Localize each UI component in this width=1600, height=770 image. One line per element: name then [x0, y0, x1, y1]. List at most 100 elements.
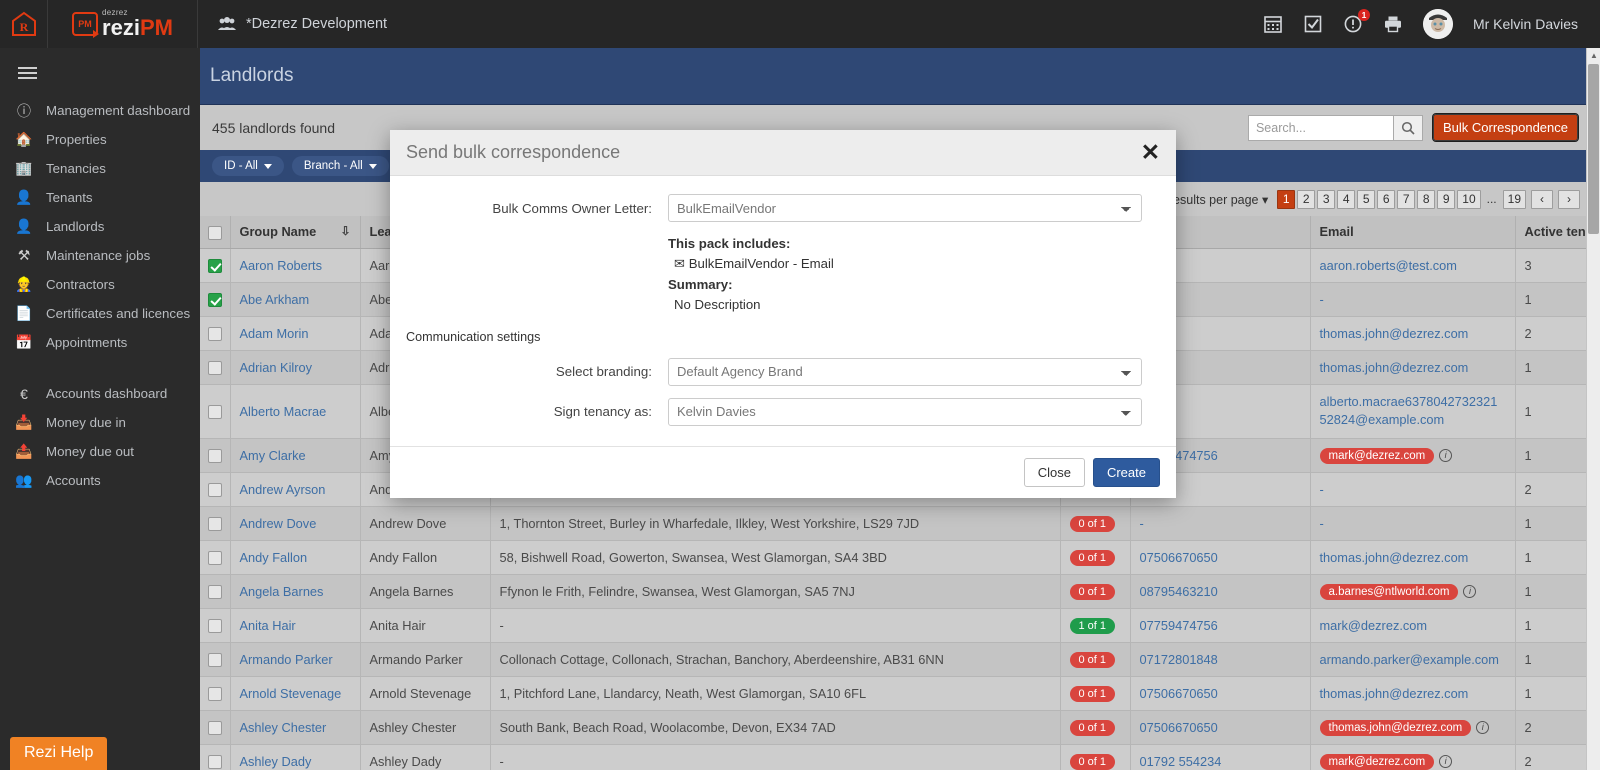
group-name-link[interactable]: Abe Arkham — [240, 292, 310, 307]
table-row[interactable]: Angela Barnes Angela Barnes Ffynon le Frit… — [200, 574, 1590, 609]
filter-pill-id[interactable]: ID - All — [212, 156, 284, 176]
cell-group-name[interactable]: Adam Morin — [230, 316, 361, 351]
email-flagged-pill[interactable]: a.barnes@ntlworld.com — [1319, 583, 1459, 600]
next-page-button[interactable]: › — [1558, 189, 1580, 209]
page-button[interactable]: 4 — [1337, 189, 1356, 209]
row-checkbox[interactable] — [207, 449, 222, 464]
compliance-badge[interactable]: 0 of 1 — [1069, 719, 1116, 736]
sidebar-item-contractors[interactable]: 👷 Contractors — [0, 270, 200, 299]
group-name-link[interactable]: Ashley Dady — [240, 754, 312, 769]
group-name-link[interactable]: Angela Barnes — [240, 584, 324, 599]
row-checkbox[interactable] — [207, 687, 222, 702]
page-button[interactable]: 9 — [1437, 189, 1456, 209]
select-all-checkbox[interactable] — [207, 225, 222, 240]
filter-pill-branch[interactable]: Branch - All — [291, 156, 389, 176]
rezi-help-button[interactable]: Rezi Help — [10, 737, 108, 770]
group-name-link[interactable]: Alberto Macrae — [240, 404, 327, 419]
search-input[interactable] — [1247, 114, 1393, 141]
row-checkbox[interactable] — [207, 619, 222, 634]
table-row[interactable]: Anita Hair Anita Hair -1 of 1 07759474756 ma… — [200, 608, 1590, 643]
cell-group-name[interactable]: Alberto Macrae — [230, 384, 361, 439]
app-logo[interactable]: R — [0, 0, 48, 48]
telephone-link[interactable]: - — [1140, 516, 1144, 531]
email-link[interactable]: thomas.john@dezrez.com — [1320, 686, 1469, 701]
column-header-group-name[interactable]: Group Name ⇩ — [230, 216, 361, 249]
email-flagged-pill[interactable]: mark@dezrez.com — [1319, 447, 1435, 464]
cell-group-name[interactable]: Andy Fallon — [230, 540, 361, 575]
compliance-badge[interactable]: 0 of 1 — [1069, 753, 1116, 770]
sidebar-item-tenants[interactable]: 👤 Tenants — [0, 183, 200, 212]
organisation-selector[interactable]: *Dezrez Development — [218, 16, 387, 32]
info-icon[interactable]: i — [1439, 754, 1453, 768]
group-name-link[interactable]: Andrew Dove — [240, 516, 317, 531]
page-button[interactable]: 2 — [1297, 189, 1316, 209]
cell-group-name[interactable]: Anita Hair — [230, 608, 361, 643]
cell-group-name[interactable]: Armando Parker — [230, 642, 361, 677]
row-checkbox[interactable] — [207, 483, 222, 498]
row-checkbox[interactable] — [207, 653, 222, 668]
page-button[interactable]: 10 — [1457, 189, 1481, 209]
select-branding-select[interactable]: Default Agency Brand — [668, 357, 1142, 386]
telephone-link[interactable]: 07759474756 — [1140, 618, 1218, 633]
avatar[interactable] — [1422, 9, 1453, 39]
telephone-link[interactable]: 07506670650 — [1140, 686, 1218, 701]
info-icon[interactable]: i — [1463, 584, 1477, 598]
calendar-icon[interactable] — [1263, 14, 1283, 34]
results-per-page-selector[interactable]: results per page ▾ — [1169, 192, 1268, 207]
email-link[interactable]: - — [1320, 292, 1324, 307]
email-link[interactable]: armando.parker@example.com — [1320, 652, 1499, 667]
sidebar-item-maintenance-jobs[interactable]: ⚒ Maintenance jobs — [0, 241, 200, 270]
sidebar-item-accounts-dashboard[interactable]: € Accounts dashboard — [0, 379, 200, 408]
row-checkbox[interactable] — [207, 326, 222, 341]
hamburger-menu-icon[interactable] — [0, 48, 200, 96]
sidebar-item-landlords[interactable]: 👤 Landlords — [0, 212, 200, 241]
compliance-badge[interactable]: 0 of 1 — [1069, 685, 1116, 702]
close-button[interactable]: Close — [1023, 457, 1085, 487]
email-link[interactable]: thomas.john@dezrez.com — [1320, 550, 1469, 565]
checkbox-tasks-icon[interactable] — [1303, 14, 1323, 34]
email-link[interactable]: alberto.macrae637804273232152824@example… — [1320, 393, 1500, 430]
cell-group-name[interactable]: Andrew Dove — [230, 506, 361, 541]
table-row[interactable]: Andy Fallon Andy Fallon 58, Bishwell Road,… — [200, 540, 1590, 575]
telephone-link[interactable]: 08795463210 — [1140, 584, 1218, 599]
sidebar-item-money-due-in[interactable]: 📥 Money due in — [0, 408, 200, 437]
email-link[interactable]: thomas.john@dezrez.com — [1320, 360, 1469, 375]
sidebar-item-certificates-and-licences[interactable]: 📄 Certificates and licences — [0, 299, 200, 328]
group-name-link[interactable]: Adrian Kilroy — [240, 360, 313, 375]
table-row[interactable]: Armando Parker Armando Parker Collonach Co… — [200, 642, 1590, 677]
row-checkbox[interactable] — [207, 517, 222, 532]
page-button[interactable]: 6 — [1377, 189, 1396, 209]
compliance-badge[interactable]: 0 of 1 — [1069, 583, 1116, 600]
email-link[interactable]: - — [1320, 482, 1324, 497]
alerts-icon[interactable]: 1 — [1343, 9, 1370, 34]
page-button[interactable]: 5 — [1357, 189, 1376, 209]
sidebar-item-money-due-out[interactable]: 📤 Money due out — [0, 437, 200, 466]
sign-tenancy-as-select[interactable]: Kelvin Davies — [668, 397, 1142, 426]
sidebar-item-properties[interactable]: 🏠 Properties — [0, 125, 200, 154]
group-name-link[interactable]: Andy Fallon — [240, 550, 308, 565]
row-checkbox[interactable] — [207, 258, 222, 273]
search-icon[interactable] — [1392, 114, 1423, 141]
email-link[interactable]: thomas.john@dezrez.com — [1320, 326, 1469, 341]
scrollbar-thumb[interactable] — [1588, 64, 1599, 234]
page-button-last[interactable]: 19 — [1502, 189, 1526, 209]
group-name-link[interactable]: Aaron Roberts — [240, 258, 323, 273]
cell-group-name[interactable]: Adrian Kilroy — [230, 350, 361, 385]
cell-group-name[interactable]: Amy Clarke — [230, 438, 361, 473]
bulk-correspondence-button[interactable]: Bulk Correspondence — [1431, 113, 1580, 142]
group-name-link[interactable]: Andrew Ayrson — [240, 482, 326, 497]
telephone-link[interactable]: 07506670650 — [1140, 720, 1218, 735]
sidebar-item-accounts[interactable]: 👥 Accounts — [0, 466, 200, 495]
cell-group-name[interactable]: Andrew Ayrson — [230, 472, 361, 507]
info-icon[interactable]: i — [1439, 448, 1453, 462]
compliance-badge[interactable]: 0 of 1 — [1069, 549, 1116, 566]
page-button[interactable]: 8 — [1417, 189, 1436, 209]
group-name-link[interactable]: Armando Parker — [240, 652, 333, 667]
page-scrollbar[interactable]: ▲ — [1586, 48, 1600, 770]
telephone-link[interactable]: 07506670650 — [1140, 550, 1218, 565]
page-button[interactable]: 3 — [1317, 189, 1336, 209]
printer-icon[interactable] — [1383, 14, 1403, 34]
compliance-badge[interactable]: 1 of 1 — [1069, 617, 1116, 634]
prev-page-button[interactable]: ‹ — [1531, 189, 1553, 209]
brand-logo[interactable]: PM dezrez reziPM — [48, 0, 198, 48]
